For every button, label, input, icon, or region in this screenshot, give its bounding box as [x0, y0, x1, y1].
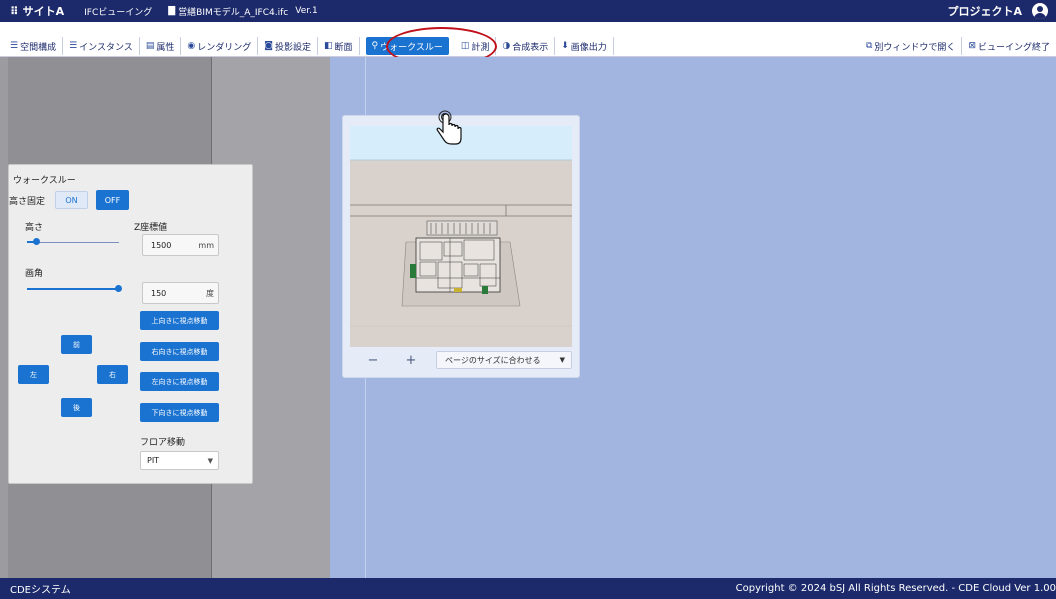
- floor-select[interactable]: PIT ▼: [140, 451, 219, 470]
- open-new-window-button[interactable]: ⧉ 別ウィンドウで開く: [860, 37, 963, 55]
- navigator-panel: − + ページのサイズに合わせる ▼: [342, 115, 580, 378]
- mode-label: IFCビューイング: [84, 7, 153, 18]
- view-left-button[interactable]: 左向きに視点移動: [140, 372, 219, 391]
- height-fixed-label: 高さ固定: [9, 197, 46, 207]
- toolbar-right: ⧉ 別ウィンドウで開く ⊠ ビューイング終了: [860, 37, 1056, 55]
- camera-icon: ◙: [264, 41, 273, 51]
- system-name: CDEシステム: [10, 585, 71, 596]
- height-label: 高さ: [25, 223, 44, 233]
- model-preview-image[interactable]: [350, 126, 572, 347]
- tool-camera[interactable]: ◙ 投影設定: [258, 37, 318, 55]
- angle-field[interactable]: 150 度: [142, 282, 219, 304]
- list-icon: ☰: [10, 41, 19, 51]
- tool-label: 合成表示: [512, 42, 549, 53]
- angle-value: 150: [151, 288, 167, 298]
- list-icon: ☰: [69, 41, 78, 51]
- view-down-button[interactable]: 下向きに視点移動: [140, 403, 219, 422]
- tool-list: ☰ 空間構成 ☰ インスタンス ▤ 属性 ◉ レンダリング ◙ 投影設定 ◧ 断面 ⚲ ウォークスルー ◫ 計…: [4, 37, 614, 55]
- copyright: Copyright © 2024 bSJ All Rights Reserved…: [735, 583, 1056, 594]
- tool-label: インスタンス: [79, 42, 133, 53]
- fit-option: ページのサイズに合わせる: [445, 355, 541, 365]
- model-wall-edge: [0, 57, 8, 578]
- zoom-fit-select[interactable]: ページのサイズに合わせる ▼: [436, 351, 572, 369]
- tool-label: 属性: [156, 42, 175, 53]
- tool-label: レンダリング: [197, 42, 252, 53]
- tool-label: 断面: [334, 42, 353, 53]
- user-icon[interactable]: [1032, 3, 1048, 19]
- tool-label: 空間構成: [20, 42, 57, 53]
- move-back-button[interactable]: 後: [61, 398, 92, 417]
- walk-icon: ⚲: [371, 41, 379, 51]
- site-name[interactable]: ⠿ サイトA: [10, 3, 64, 19]
- tool-walk[interactable]: ⚲ ウォークスルー: [365, 37, 449, 55]
- toolbar: ☰ 空間構成 ☰ インスタンス ▤ 属性 ◉ レンダリング ◙ 投影設定 ◧ 断面 ⚲ ウォークスルー ◫ 計…: [0, 22, 1056, 57]
- top-bar: ⠿ サイトA IFCビューイング ▇ 営繕BIMモデル_A_IFC4.ifc V…: [0, 0, 1056, 22]
- zoom-out-button[interactable]: −: [362, 350, 384, 370]
- angle-unit: 度: [206, 288, 214, 298]
- height-slider-track: [27, 242, 119, 243]
- 3d-viewport[interactable]: ウォークスルー 高さ固定 ON OFF 高さ Z座標値 1500 mm 画角 1…: [0, 57, 1056, 578]
- tool-label: ウォークスルー: [380, 42, 443, 53]
- angle-label: 画角: [25, 269, 44, 279]
- tool-label: 画像出力: [570, 42, 607, 53]
- tool-table[interactable]: ▤ 属性: [140, 37, 182, 55]
- z-coordinate-label: Z座標値: [134, 223, 168, 233]
- height-slider-thumb[interactable]: [33, 238, 41, 245]
- file-name: ▇ 営繕BIMモデル_A_IFC4.ifc Ver.1: [168, 6, 318, 18]
- footer: CDEシステム Copyright © 2024 bSJ All Rights …: [0, 578, 1056, 599]
- view-right-button[interactable]: 右向きに視点移動: [140, 342, 219, 361]
- download-icon: ⬇: [561, 41, 569, 51]
- ruler-icon: ◫: [460, 41, 470, 51]
- panel-title: ウォークスルー: [13, 176, 76, 186]
- palette-icon: ◉: [187, 41, 196, 51]
- walkthrough-panel: ウォークスルー 高さ固定 ON OFF 高さ Z座標値 1500 mm 画角 1…: [8, 164, 253, 484]
- height-fixed-off-button[interactable]: OFF: [96, 190, 129, 210]
- z-unit: mm: [198, 240, 214, 250]
- angle-slider-fill: [27, 288, 119, 290]
- tool-section[interactable]: ◧ 断面: [318, 37, 360, 55]
- height-fixed-on-button[interactable]: ON: [55, 191, 88, 209]
- floor-value: PIT: [147, 456, 160, 465]
- project-name[interactable]: プロジェクトA: [947, 3, 1022, 19]
- close-box-icon: ⊠: [968, 41, 976, 51]
- tool-label: 計測: [471, 42, 490, 53]
- tool-list[interactable]: ☰ 空間構成: [4, 37, 64, 55]
- external-window-icon: ⧉: [865, 41, 873, 51]
- move-forward-button[interactable]: 前: [61, 335, 92, 354]
- table-icon: ▤: [145, 41, 155, 51]
- view-up-button[interactable]: 上向きに視点移動: [140, 311, 219, 330]
- tool-list[interactable]: ☰ インスタンス: [63, 37, 140, 55]
- angle-slider-thumb[interactable]: [115, 285, 122, 292]
- chevron-down-icon: ▼: [207, 456, 213, 465]
- grid-icon: ⠿: [10, 4, 19, 18]
- section-icon: ◧: [323, 41, 333, 51]
- tool-label: 投影設定: [274, 42, 311, 53]
- composite-icon: ◑: [502, 41, 511, 51]
- move-right-button[interactable]: 右: [97, 365, 128, 384]
- z-coordinate-field[interactable]: 1500 mm: [142, 234, 219, 256]
- end-viewing-button[interactable]: ⊠ ビューイング終了: [962, 37, 1056, 55]
- tool-palette[interactable]: ◉ レンダリング: [181, 37, 259, 55]
- zoom-in-button[interactable]: +: [400, 350, 422, 370]
- file-version: Ver.1: [295, 6, 318, 16]
- floor-move-label: フロア移動: [140, 438, 186, 448]
- z-value: 1500: [151, 240, 172, 250]
- tool-composite[interactable]: ◑ 合成表示: [496, 37, 556, 55]
- tool-ruler[interactable]: ◫ 計測: [455, 37, 497, 55]
- file-icon: ▇: [168, 6, 176, 16]
- move-left-button[interactable]: 左: [18, 365, 49, 384]
- navigator-controls: − + ページのサイズに合わせる ▼: [350, 350, 572, 372]
- tool-download[interactable]: ⬇ 画像出力: [555, 37, 614, 55]
- chevron-down-icon: ▼: [559, 356, 565, 364]
